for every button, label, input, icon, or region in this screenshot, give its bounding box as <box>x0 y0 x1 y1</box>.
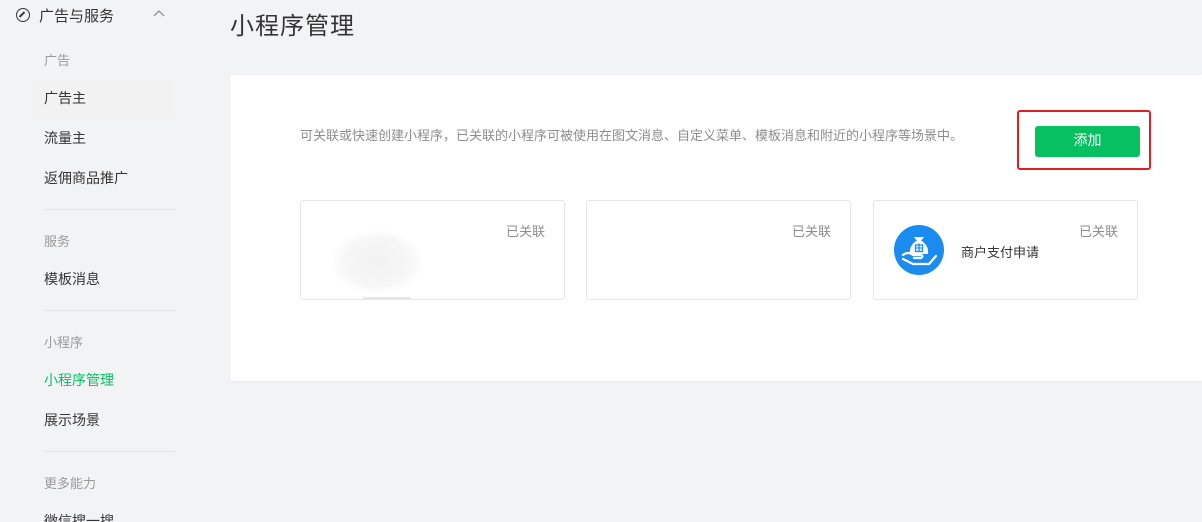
divider <box>44 310 175 311</box>
section-title-ads: 广告 <box>44 54 71 69</box>
blurred-name <box>363 297 411 300</box>
sidebar-item-mini-program-management[interactable]: 小程序管理 <box>35 361 175 401</box>
sidebar: 广告与服务 广告 广告主 流量主 返佣商品推广 服务 模板消息 小程序 小程序管… <box>0 0 200 522</box>
add-button-highlight: 添加 <box>1017 110 1151 170</box>
description-text: 可关联或快速创建小程序，已关联的小程序可被使用在图文消息、自定义菜单、模板消息和… <box>300 129 964 144</box>
sidebar-item-template-message[interactable]: 模板消息 <box>35 260 175 300</box>
divider <box>44 209 175 210</box>
sidebar-item-publisher[interactable]: 流量主 <box>35 119 175 159</box>
sidebar-group-title: 广告与服务 <box>39 6 115 25</box>
mini-program-card[interactable]: 商户支付申请 已关联 <box>873 200 1138 300</box>
section-title-mini-program: 小程序 <box>44 336 84 351</box>
sidebar-item-wechat-search[interactable]: 微信搜一搜 <box>35 502 175 522</box>
mini-program-card[interactable]: 已关联 <box>586 200 851 300</box>
status-label: 已关联 <box>1078 225 1118 240</box>
status-label: 已关联 <box>505 225 545 240</box>
divider <box>44 451 175 452</box>
compass-icon <box>16 8 30 22</box>
sidebar-item-commission-promotion[interactable]: 返佣商品推广 <box>35 159 175 199</box>
mini-program-card[interactable]: 已关联 <box>300 200 565 300</box>
status-label: 已关联 <box>791 225 831 240</box>
blurred-logo <box>333 231 421 293</box>
merchant-payment-icon <box>894 225 944 275</box>
add-button[interactable]: 添加 <box>1035 126 1140 157</box>
sidebar-item-advertiser[interactable]: 广告主 <box>35 79 175 119</box>
mini-program-panel: 可关联或快速创建小程序，已关联的小程序可被使用在图文消息、自定义菜单、模板消息和… <box>230 75 1202 381</box>
section-title-more-capabilities: 更多能力 <box>44 477 97 492</box>
sidebar-group-ads-services[interactable]: 广告与服务 <box>16 4 176 26</box>
mini-program-name: 商户支付申请 <box>961 246 1040 261</box>
sidebar-item-display-scenes[interactable]: 展示场景 <box>35 401 175 441</box>
section-title-services: 服务 <box>44 235 71 250</box>
chevron-up-icon[interactable] <box>152 6 166 20</box>
page-title: 小程序管理 <box>230 12 355 40</box>
